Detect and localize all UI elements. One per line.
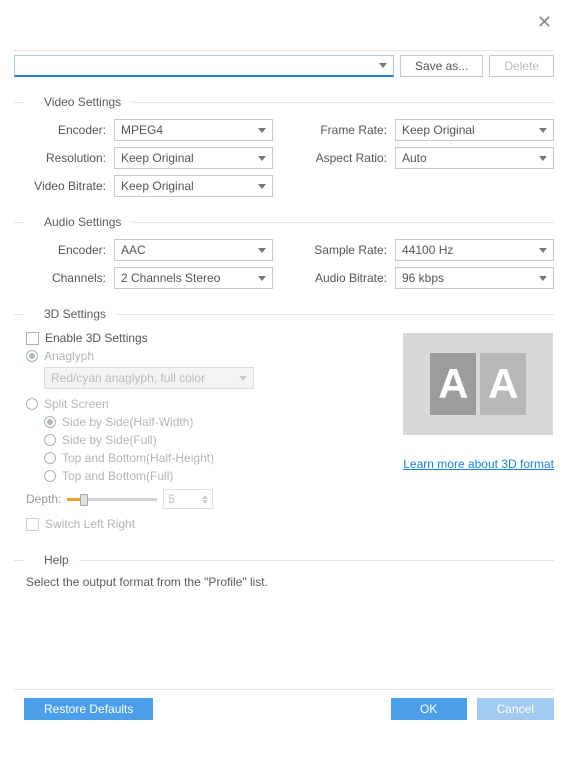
tb-full-label: Top and Bottom(Full)	[62, 469, 173, 483]
help-text: Select the output format from the "Profi…	[14, 567, 554, 589]
depth-label: Depth:	[26, 492, 61, 506]
chevron-down-icon	[539, 156, 547, 161]
preview-letter-left: A	[430, 353, 476, 415]
radio-icon	[26, 350, 38, 362]
audio-settings-title: Audio Settings	[24, 215, 131, 229]
video-encoder-select[interactable]: MPEG4	[114, 119, 273, 141]
anaglyph-value: Red/cyan anaglyph, full color	[51, 371, 205, 385]
video-bitrate-value: Keep Original	[121, 179, 194, 193]
chevron-down-icon	[379, 63, 387, 68]
depth-spinner: 5	[163, 489, 213, 509]
radio-icon	[26, 398, 38, 410]
channels-label: Channels:	[14, 271, 114, 285]
video-settings-title: Video Settings	[24, 95, 131, 109]
help-title: Help	[24, 553, 79, 567]
radio-icon	[44, 452, 56, 464]
chevron-down-icon	[539, 248, 547, 253]
switch-lr-label: Switch Left Right	[45, 517, 135, 531]
video-encoder-value: MPEG4	[121, 123, 163, 137]
depth-slider	[67, 498, 157, 501]
sbs-full-radio: Side by Side(Full)	[26, 433, 383, 447]
3d-settings-title: 3D Settings	[24, 307, 116, 321]
audio-bitrate-label: Audio Bitrate:	[295, 271, 395, 285]
anaglyph-select: Red/cyan anaglyph, full color	[44, 367, 254, 389]
samplerate-select[interactable]: 44100 Hz	[395, 239, 554, 261]
profile-select[interactable]	[14, 55, 394, 77]
sbs-full-label: Side by Side(Full)	[62, 433, 157, 447]
depth-value: 5	[168, 492, 175, 506]
enable-3d-label: Enable 3D Settings	[45, 331, 148, 345]
channels-select[interactable]: 2 Channels Stereo	[114, 267, 273, 289]
channels-value: 2 Channels Stereo	[121, 271, 220, 285]
audio-bitrate-select[interactable]: 96 kbps	[395, 267, 554, 289]
video-bitrate-select[interactable]: Keep Original	[114, 175, 273, 197]
radio-icon	[44, 434, 56, 446]
chevron-down-icon	[539, 276, 547, 281]
close-icon[interactable]: ✕	[537, 12, 552, 33]
anaglyph-label: Anaglyph	[44, 349, 94, 363]
audio-encoder-label: Encoder:	[14, 243, 114, 257]
audio-bitrate-value: 96 kbps	[402, 271, 444, 285]
learn-more-link[interactable]: Learn more about 3D format	[403, 457, 554, 471]
checkbox-icon	[26, 518, 39, 531]
framerate-select[interactable]: Keep Original	[395, 119, 554, 141]
split-label: Split Screen	[44, 397, 109, 411]
ok-button[interactable]: OK	[391, 698, 467, 720]
delete-button: Delete	[489, 55, 554, 77]
cancel-button[interactable]: Cancel	[477, 698, 554, 720]
save-as-button[interactable]: Save as...	[400, 55, 483, 77]
aspect-select[interactable]: Auto	[395, 147, 554, 169]
checkbox-icon	[26, 332, 39, 345]
chevron-down-icon	[239, 376, 247, 381]
anaglyph-radio: Anaglyph	[26, 349, 383, 363]
tb-half-radio: Top and Bottom(Half-Height)	[26, 451, 383, 465]
enable-3d-checkbox[interactable]: Enable 3D Settings	[26, 331, 383, 345]
tb-full-radio: Top and Bottom(Full)	[26, 469, 383, 483]
video-encoder-label: Encoder:	[14, 123, 114, 137]
audio-encoder-value: AAC	[121, 243, 146, 257]
radio-icon	[44, 416, 56, 428]
sbs-half-label: Side by Side(Half-Width)	[62, 415, 193, 429]
resolution-select[interactable]: Keep Original	[114, 147, 273, 169]
samplerate-value: 44100 Hz	[402, 243, 453, 257]
preview-letter-right: A	[480, 353, 526, 415]
chevron-down-icon	[258, 184, 266, 189]
tb-half-label: Top and Bottom(Half-Height)	[62, 451, 214, 465]
samplerate-label: Sample Rate:	[295, 243, 395, 257]
aspect-value: Auto	[402, 151, 427, 165]
3d-preview: A A	[403, 333, 553, 435]
chevron-down-icon	[258, 248, 266, 253]
radio-icon	[44, 470, 56, 482]
video-bitrate-label: Video Bitrate:	[14, 179, 114, 193]
chevron-down-icon	[258, 128, 266, 133]
resolution-label: Resolution:	[14, 151, 114, 165]
chevron-down-icon	[539, 128, 547, 133]
switch-lr-checkbox: Switch Left Right	[26, 517, 383, 531]
chevron-down-icon	[258, 276, 266, 281]
resolution-value: Keep Original	[121, 151, 194, 165]
aspect-label: Aspect Ratio:	[295, 151, 395, 165]
framerate-label: Frame Rate:	[295, 123, 395, 137]
restore-defaults-button[interactable]: Restore Defaults	[24, 698, 153, 720]
audio-encoder-select[interactable]: AAC	[114, 239, 273, 261]
framerate-value: Keep Original	[402, 123, 475, 137]
sbs-half-radio: Side by Side(Half-Width)	[26, 415, 383, 429]
split-screen-radio: Split Screen	[26, 397, 383, 411]
chevron-down-icon	[258, 156, 266, 161]
